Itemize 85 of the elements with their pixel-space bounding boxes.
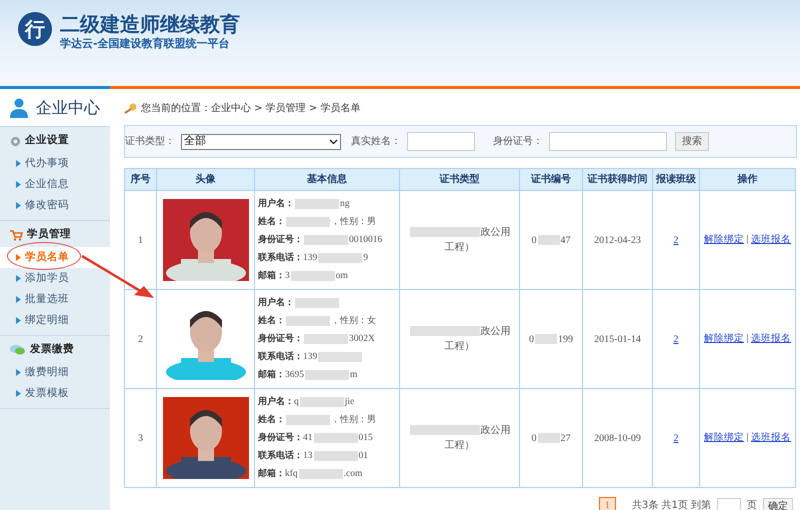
table-cell: 政公用工程） — [400, 290, 520, 388]
site-title: 二级建造师继续教育 — [60, 12, 240, 36]
table-cell: 3 — [124, 388, 156, 488]
speech-bubbles-icon — [10, 344, 26, 356]
page-summary: 共3条 共1页 到第 — [632, 498, 711, 510]
go-button[interactable]: 确定 — [763, 498, 793, 510]
table-cell: 2008-10-09 — [582, 388, 652, 488]
column-header: 头像 — [156, 168, 254, 190]
info-line: 姓名： ，性别：女 — [258, 314, 377, 328]
triangle-icon — [16, 202, 21, 209]
column-header: 证书编号 — [520, 168, 582, 190]
info-line: 邮箱：3695 m — [258, 368, 358, 382]
table-cell: 0 27 — [520, 388, 582, 488]
class-count-link[interactable]: 2 — [674, 432, 678, 444]
sidebar-item[interactable]: 添加学员 — [0, 268, 110, 289]
column-header: 序号 — [124, 168, 156, 190]
gear-icon — [10, 136, 21, 146]
action-link[interactable]: 解除绑定 — [704, 432, 744, 443]
action-link[interactable]: 解除绑定 — [704, 332, 744, 344]
info-line: 邮箱：kfq .com — [258, 467, 364, 481]
column-header: 证书获得时间 — [582, 168, 652, 190]
info-line: 姓名： ，性别：男 — [258, 414, 377, 427]
sidebar-item[interactable]: 企业信息 — [0, 174, 110, 195]
info-line: 联系电话：13 01 — [258, 449, 369, 463]
triangle-icon — [16, 369, 21, 376]
table-cell: 2012-04-23 — [582, 190, 652, 290]
sidebar-item[interactable]: 代办事项 — [0, 153, 110, 174]
id-label: 身份证号： — [493, 135, 543, 149]
info-line: 身份证号： 3002X — [258, 332, 376, 346]
site-subtitle: 学达云-全国建设教育联盟统一平台 — [60, 36, 231, 52]
triangle-icon — [16, 160, 21, 167]
table-cell: 政公用工程） — [400, 190, 520, 290]
page-unit: 页 — [747, 498, 757, 510]
sidebar-item[interactable]: 发票模板 — [0, 383, 110, 404]
table-cell: 1 — [124, 190, 156, 290]
class-count-link[interactable]: 2 — [674, 334, 678, 344]
column-header: 操作 — [700, 168, 796, 190]
triangle-icon — [16, 275, 21, 282]
table-cell: 0 199 — [520, 290, 582, 388]
search-button[interactable]: 搜索 — [675, 132, 709, 151]
triangle-icon — [16, 254, 21, 261]
info-line: 联系电话：139 — [258, 348, 399, 366]
class-count-link[interactable]: 2 — [674, 234, 678, 246]
sidebar-item[interactable]: 绑定明细 — [0, 310, 110, 331]
chevron-down-icon — [329, 138, 338, 144]
sidebar-item[interactable]: 缴费明细 — [0, 362, 110, 383]
logo-badge: 行 — [18, 12, 52, 46]
triangle-icon — [16, 181, 21, 188]
info-line: 用户名： — [258, 294, 399, 312]
action-link[interactable]: 选班报名 — [751, 432, 791, 443]
info-line: 身份证号： 0010016 — [258, 234, 384, 247]
info-line: 用户名： ng — [258, 197, 350, 211]
id-field[interactable] — [549, 132, 667, 151]
cert-type-label: 证书类型： — [125, 134, 175, 149]
cart-icon — [10, 230, 23, 240]
name-field[interactable] — [407, 132, 475, 151]
key-icon — [124, 102, 137, 114]
action-link[interactable]: 解除绑定 — [704, 234, 744, 245]
info-line: 身份证号：41 015 — [258, 432, 374, 445]
user-icon — [10, 98, 28, 118]
table-cell: 政公用工程） — [400, 388, 520, 488]
name-label: 真实姓名： — [351, 134, 401, 149]
action-link[interactable]: 选班报名 — [751, 332, 791, 344]
triangle-icon — [16, 296, 21, 303]
page-field[interactable] — [717, 498, 741, 510]
triangle-icon — [16, 390, 21, 397]
table-cell: 2015-01-14 — [582, 290, 652, 388]
triangle-icon — [16, 317, 21, 324]
sidebar-item[interactable]: 批量选班 — [0, 289, 110, 310]
table-cell: 0 47 — [520, 190, 582, 290]
cert-type-select[interactable]: 全部 — [181, 134, 341, 150]
column-header: 证书类型 — [400, 168, 520, 190]
sidebar-item[interactable]: 修改密码 — [0, 195, 110, 216]
breadcrumb: 您当前的位置：企业中心 > 学员管理 > 学员名单 — [141, 102, 360, 116]
info-line: 联系电话：139 9 — [258, 251, 369, 265]
info-line: 邮箱：3 om — [258, 269, 349, 283]
action-link[interactable]: 选班报名 — [751, 234, 791, 245]
column-header: 基本信息 — [254, 168, 400, 190]
sidebar-group-title: 学员管理 — [27, 227, 71, 242]
sidebar-group-title: 发票缴费 — [30, 342, 74, 358]
column-header: 报读班级 — [652, 168, 700, 190]
sidebar-group-title: 企业设置 — [25, 133, 69, 148]
info-line: 用户名：q jie — [258, 395, 356, 409]
sidebar-title: 企业中心 — [36, 96, 100, 118]
info-line: 姓名： ，性别：男 — [258, 216, 377, 229]
